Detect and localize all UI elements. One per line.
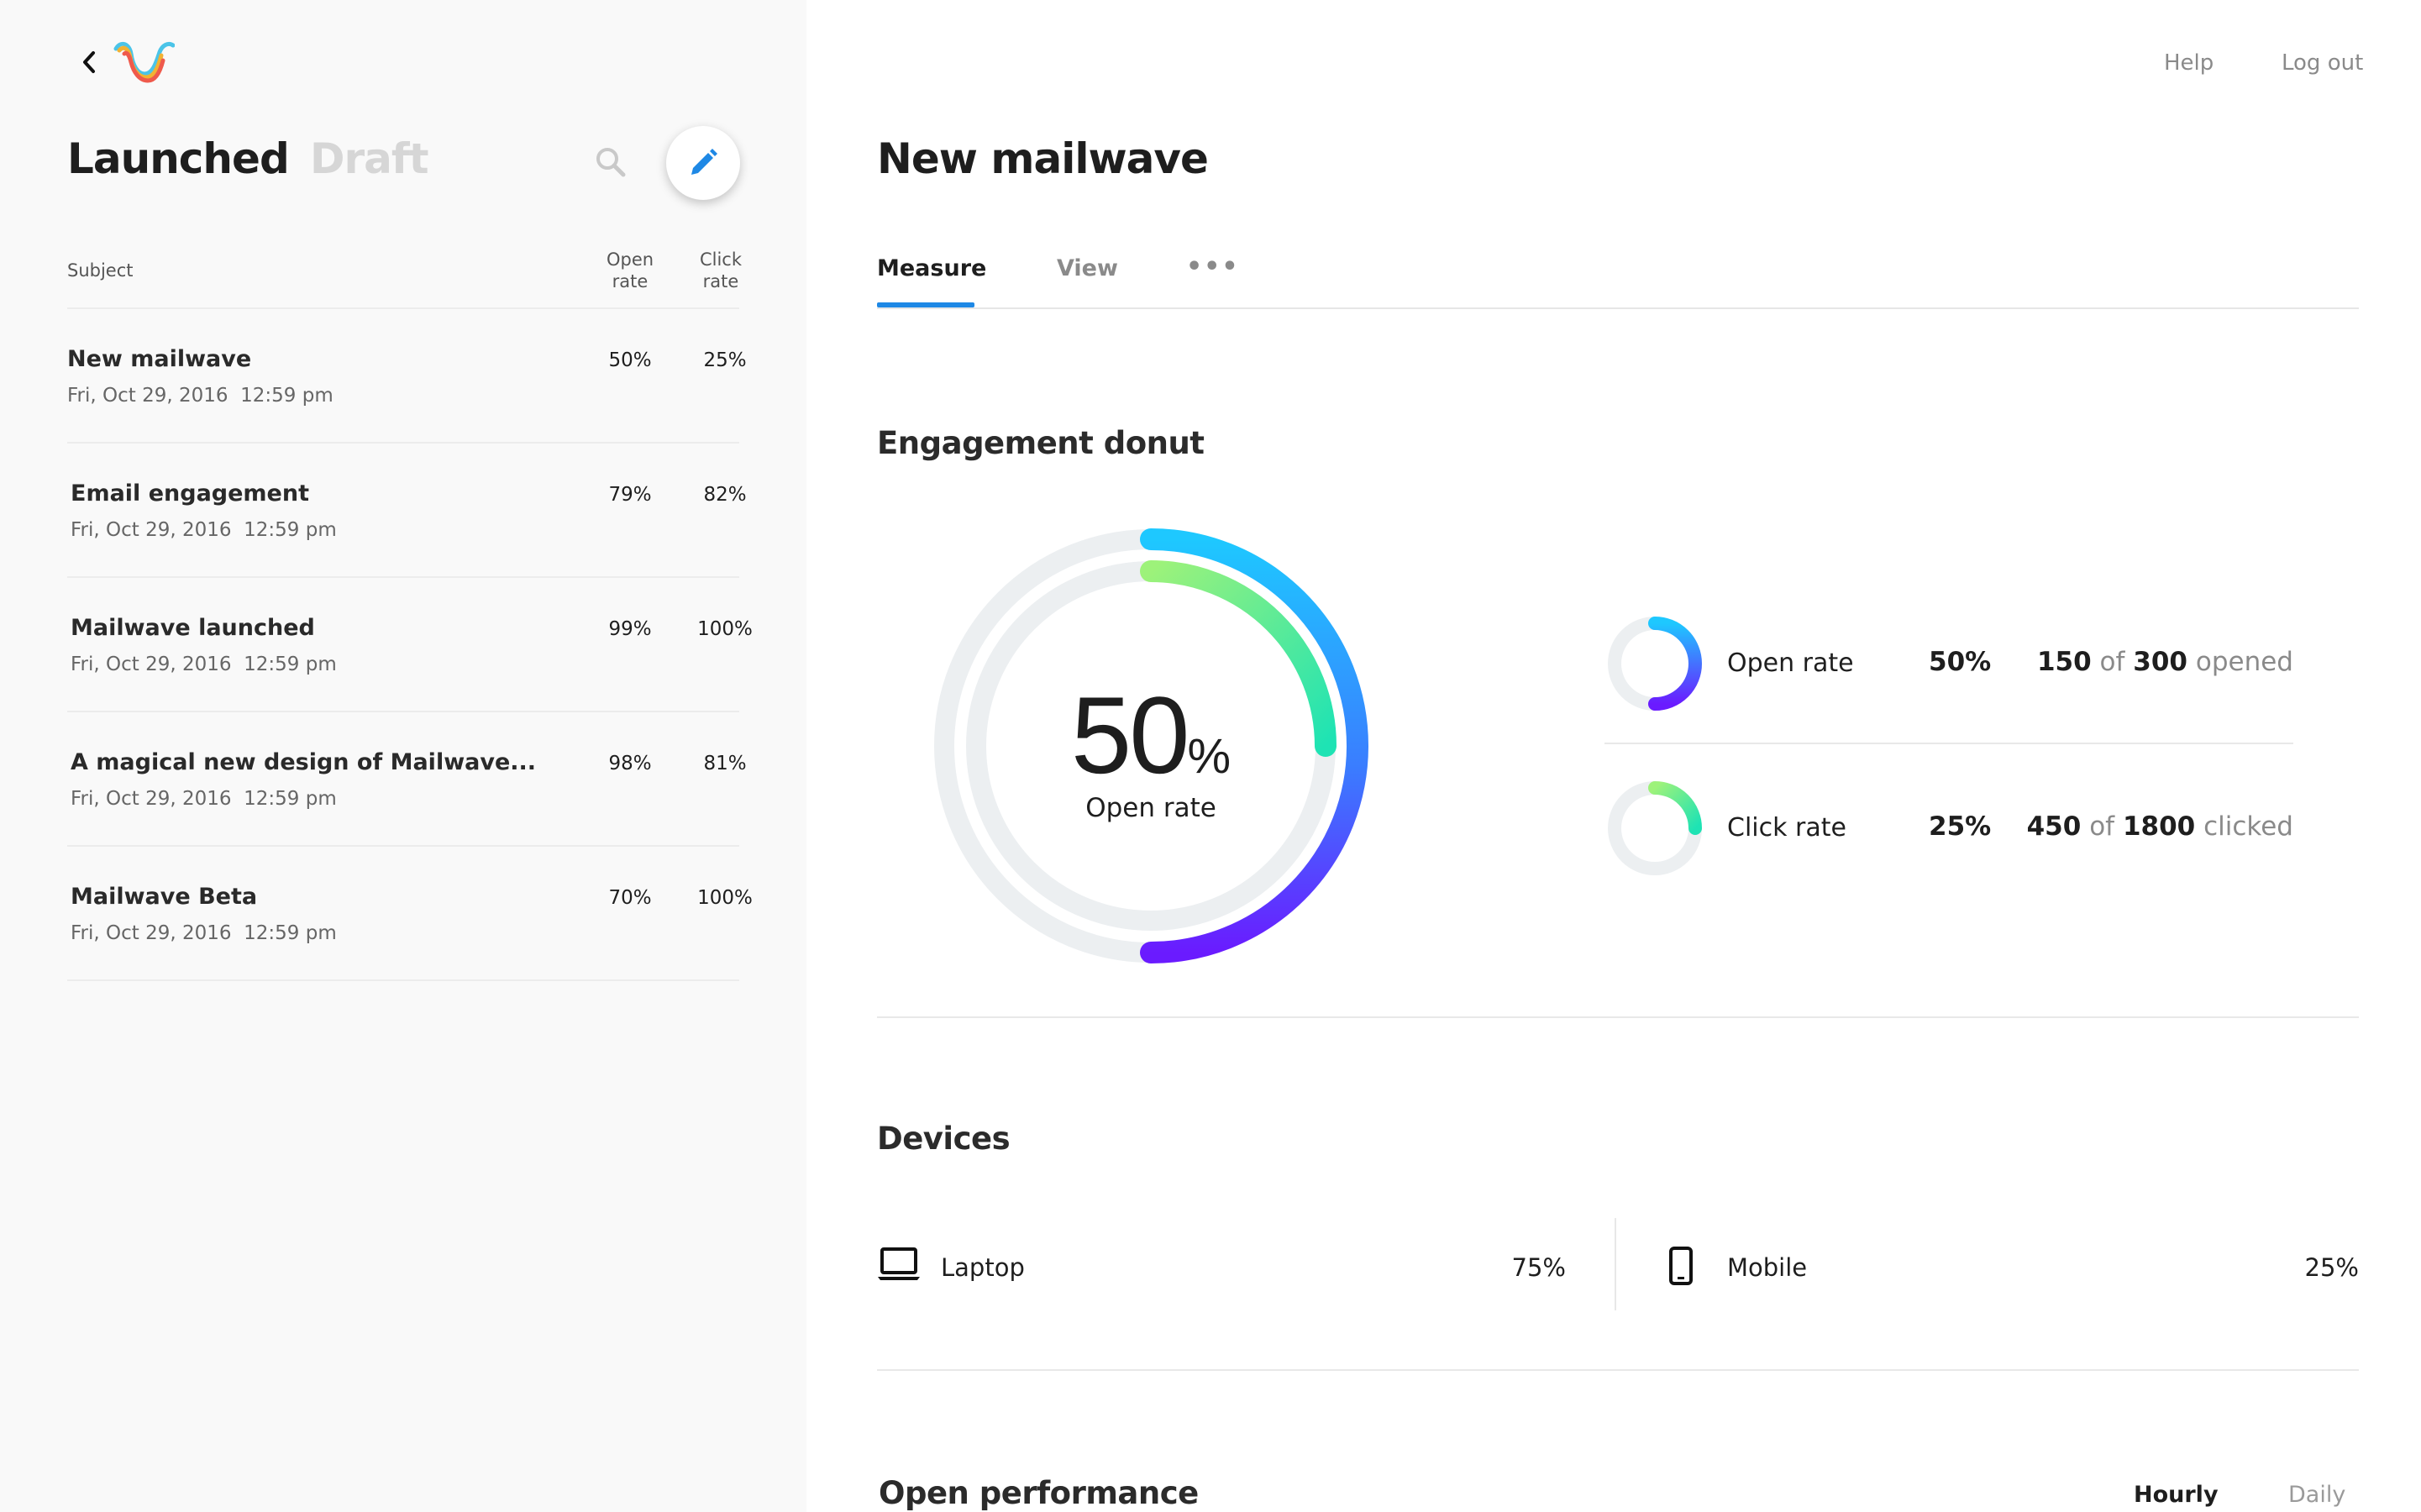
page-title: New mailwave xyxy=(877,134,1209,183)
campaign-click-rate: 82% xyxy=(703,484,747,506)
stat-count: 450 of 1800 clicked xyxy=(2026,811,2293,842)
mobile-icon xyxy=(1669,1247,1693,1285)
device-label: Mobile xyxy=(1727,1253,1808,1282)
campaign-click-rate: 25% xyxy=(703,349,747,371)
stat-count: 150 of 300 opened xyxy=(2036,647,2293,677)
engagement-title: Engagement donut xyxy=(877,425,1205,461)
pencil-icon xyxy=(691,149,717,175)
campaign-row[interactable]: Mailwave Beta Fri, Oct 29, 2016 12:59 pm… xyxy=(67,847,753,981)
campaign-row[interactable]: Email engagement Fri, Oct 29, 2016 12:59… xyxy=(67,444,747,578)
device-percent: 75% xyxy=(1511,1253,1566,1282)
big-value-label: Open rate xyxy=(1085,793,1216,823)
stat-percent: 25% xyxy=(1929,811,1992,842)
logout-link[interactable]: Log out xyxy=(2282,50,2363,76)
section-divider xyxy=(877,1016,2359,1018)
tab-draft[interactable]: Draft xyxy=(310,134,429,183)
stat-label: Click rate xyxy=(1727,813,1846,843)
campaign-date: Fri, Oct 29, 2016 12:59 pm xyxy=(71,654,337,675)
campaign-row[interactable]: New mailwave Fri, Oct 29, 2016 12:59 pm … xyxy=(67,309,747,444)
campaign-row[interactable]: A magical new design of Mailwave... Fri,… xyxy=(67,712,747,847)
device-divider xyxy=(1615,1218,1616,1310)
campaign-open-rate: 50% xyxy=(608,349,652,371)
campaign-date: Fri, Oct 29, 2016 12:59 pm xyxy=(71,519,337,541)
column-open-rate: Open rate xyxy=(606,249,654,291)
tab-launched[interactable]: Launched xyxy=(67,134,290,183)
search-button[interactable] xyxy=(593,144,628,180)
device-laptop: Laptop 75% xyxy=(877,1235,1566,1294)
campaign-row[interactable]: Mailwave launched Fri, Oct 29, 2016 12:5… xyxy=(67,578,753,712)
open-rate-mini-donut xyxy=(1608,617,1702,711)
device-label: Laptop xyxy=(941,1253,1025,1282)
click-rate-stat: Click rate 25% 450 of 1800 clicked xyxy=(1604,778,2293,879)
back-button[interactable] xyxy=(74,47,104,77)
campaign-open-rate: 99% xyxy=(608,618,652,640)
big-value-unit: % xyxy=(1187,729,1232,784)
device-mobile: Mobile 25% xyxy=(1668,1235,2359,1294)
column-subject: Subject xyxy=(67,260,134,281)
campaign-subject: A magical new design of Mailwave... xyxy=(71,749,537,775)
detail-tabs: Measure View ••• xyxy=(877,244,2359,309)
stat-percent: 50% xyxy=(1929,647,1992,677)
tab-measure[interactable]: Measure xyxy=(877,255,986,281)
campaign-subject: Mailwave launched xyxy=(71,615,315,641)
section-divider xyxy=(877,1369,2359,1371)
campaign-subject: Email engagement xyxy=(71,480,310,507)
campaign-date: Fri, Oct 29, 2016 12:59 pm xyxy=(71,788,337,810)
campaign-list-panel: Launched Draft Subject Open rate Click r… xyxy=(0,0,806,1512)
mailwave-logo xyxy=(113,41,175,83)
campaign-date: Fri, Oct 29, 2016 12:59 pm xyxy=(71,922,337,944)
laptop-icon xyxy=(878,1247,920,1280)
campaign-subject: New mailwave xyxy=(67,346,252,372)
campaign-open-rate: 70% xyxy=(608,887,652,909)
search-icon xyxy=(596,148,626,177)
stat-divider xyxy=(1604,743,2293,744)
campaign-click-rate: 81% xyxy=(703,753,747,774)
chevron-left-icon xyxy=(83,51,95,73)
list-header: Subject Open rate Click rate xyxy=(67,249,742,309)
campaign-open-rate: 79% xyxy=(608,484,652,506)
device-percent: 25% xyxy=(2304,1253,2359,1282)
campaign-date: Fri, Oct 29, 2016 12:59 pm xyxy=(67,385,333,407)
column-click-rate: Click rate xyxy=(699,249,743,291)
more-options-icon[interactable]: ••• xyxy=(1186,252,1240,281)
big-open-rate-value: 50% xyxy=(932,672,1369,798)
toggle-daily[interactable]: Daily xyxy=(2288,1482,2345,1508)
campaign-list: New mailwave Fri, Oct 29, 2016 12:59 pm … xyxy=(67,309,753,981)
toggle-hourly[interactable]: Hourly xyxy=(2134,1482,2219,1508)
compose-button[interactable] xyxy=(666,126,740,200)
big-value-number: 50 xyxy=(1070,674,1190,796)
campaign-click-rate: 100% xyxy=(697,618,753,640)
stat-label: Open rate xyxy=(1727,648,1854,678)
click-rate-mini-donut xyxy=(1608,781,1702,875)
open-performance-title: Open performance xyxy=(879,1475,1199,1511)
active-tab-indicator xyxy=(877,302,974,307)
campaign-subject: Mailwave Beta xyxy=(71,884,258,910)
tab-view[interactable]: View xyxy=(1057,255,1118,281)
campaign-open-rate: 98% xyxy=(608,753,652,774)
devices-title: Devices xyxy=(877,1121,1011,1157)
open-rate-stat: Open rate 50% 150 of 300 opened xyxy=(1604,613,2293,714)
campaign-click-rate: 100% xyxy=(697,887,753,909)
help-link[interactable]: Help xyxy=(2164,50,2214,76)
